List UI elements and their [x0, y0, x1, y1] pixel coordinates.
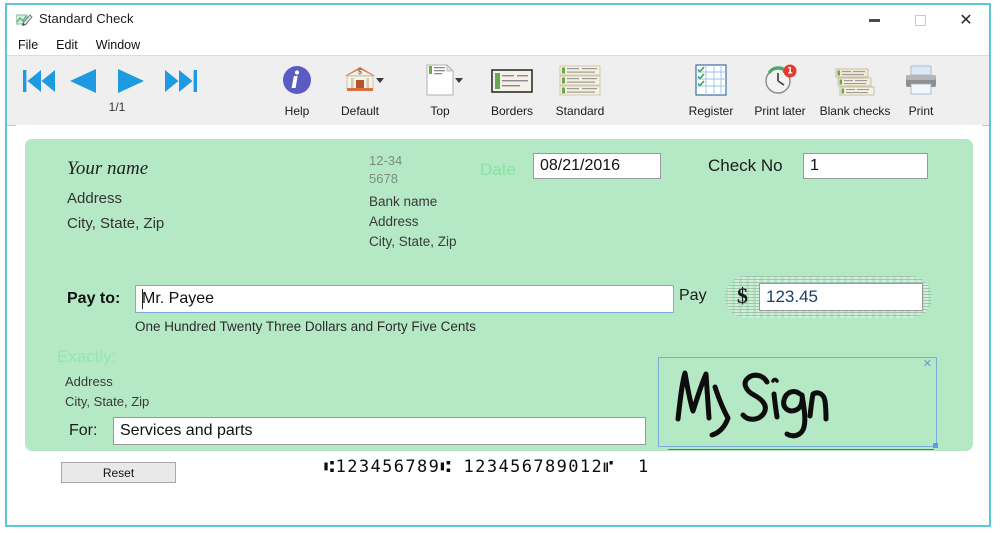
- amount-in-words: One Hundred Twenty Three Dollars and For…: [135, 319, 476, 334]
- check-sheet: Your name Address City, State, Zip 12-34…: [16, 125, 982, 483]
- pay-to-label: Pay to:: [67, 290, 121, 307]
- check-layout-icon: [559, 65, 601, 102]
- payer-address[interactable]: Address City, State, Zip: [67, 186, 164, 236]
- last-record-button[interactable]: [163, 66, 199, 101]
- exactly-label: Exactly:: [57, 347, 117, 366]
- register-grid-icon: [695, 64, 727, 101]
- text-cursor: [142, 289, 143, 309]
- bank-info[interactable]: Bank name Address City, State, Zip: [369, 192, 457, 252]
- next-record-button[interactable]: [115, 66, 147, 101]
- exactly-city-state-zip: City, State, Zip: [65, 394, 150, 409]
- printer-icon: [904, 64, 938, 101]
- blank-checks-button[interactable]: Blank checks: [815, 56, 895, 125]
- toolbar: 1/1 Help $ Default Top Borders Standard …: [7, 55, 989, 126]
- print-later-button[interactable]: 1 Print later: [745, 56, 815, 125]
- info-icon: [282, 65, 312, 100]
- bank-city-state-zip: City, State, Zip: [369, 234, 457, 249]
- pay-label: Pay: [679, 287, 707, 304]
- check-pen-icon: [15, 12, 34, 28]
- window-title: Standard Check: [39, 11, 134, 26]
- top-button[interactable]: Top: [411, 56, 469, 125]
- menu-bar: File Edit Window: [7, 35, 989, 55]
- standard-label: Standard: [555, 104, 605, 118]
- close-icon: ✕: [959, 10, 973, 29]
- menu-item-edit[interactable]: Edit: [56, 38, 78, 52]
- date-label: Date: [480, 160, 516, 179]
- menu-item-window[interactable]: Window: [96, 38, 140, 52]
- currency-symbol: $: [737, 283, 748, 308]
- payer-name[interactable]: Your name: [67, 158, 148, 180]
- maximize-button[interactable]: [897, 5, 943, 35]
- routing-fraction-top: 12-34: [369, 153, 403, 168]
- signature-image: [670, 361, 870, 441]
- register-label: Register: [688, 104, 734, 118]
- print-label: Print: [908, 104, 934, 118]
- minimize-icon: [868, 18, 880, 22]
- exactly-address-block[interactable]: Address City, State, Zip: [65, 372, 149, 412]
- micr-line: ⑆123456789⑆ 123456789012⑈ 1: [324, 457, 650, 477]
- check-form: Your name Address City, State, Zip 12-34…: [25, 139, 973, 451]
- for-label: For:: [69, 422, 98, 439]
- close-small-icon[interactable]: ✕: [923, 359, 932, 370]
- menu-item-file[interactable]: File: [18, 38, 38, 52]
- routing-fraction: 12-34 5678: [369, 152, 402, 188]
- page-top-icon: [426, 64, 454, 101]
- first-record-button[interactable]: [21, 66, 57, 101]
- help-label: Help: [284, 104, 310, 118]
- bank-address: Address: [369, 214, 419, 229]
- check-no-label: Check No: [708, 156, 783, 175]
- default-label: Default: [340, 104, 380, 118]
- page-indicator: 1/1: [108, 100, 126, 114]
- amount-input[interactable]: [759, 283, 923, 311]
- print-later-label: Print later: [754, 104, 806, 118]
- blank-checks-label: Blank checks: [819, 104, 891, 118]
- borders-label: Borders: [490, 104, 534, 118]
- chevron-down-icon[interactable]: [376, 78, 384, 83]
- app-window: Standard Check ✕ File Edit Window 1/1 He…: [5, 3, 991, 527]
- reset-button[interactable]: Reset: [61, 462, 176, 483]
- register-button[interactable]: Register: [680, 56, 742, 125]
- signature-line: [668, 449, 934, 450]
- top-label: Top: [430, 104, 450, 118]
- record-navigation: 1/1: [17, 56, 217, 125]
- title-bar: Standard Check ✕: [7, 5, 989, 35]
- window-controls: ✕: [851, 5, 989, 35]
- pay-to-input[interactable]: [135, 285, 674, 313]
- payer-address-line1: Address: [67, 190, 123, 207]
- borders-button[interactable]: Borders: [483, 56, 541, 125]
- check-no-input[interactable]: [803, 153, 928, 179]
- svg-text:1: 1: [787, 67, 793, 77]
- chevron-down-icon[interactable]: [455, 78, 463, 83]
- standard-button[interactable]: Standard: [546, 56, 614, 125]
- print-button[interactable]: Print: [895, 56, 947, 125]
- exactly-address: Address: [65, 374, 113, 389]
- help-button[interactable]: Help: [270, 56, 324, 125]
- previous-record-button[interactable]: [67, 66, 99, 101]
- clock-arrow-icon: 1: [763, 64, 797, 101]
- routing-fraction-bottom: 5678: [369, 171, 398, 186]
- payer-city-state-zip: City, State, Zip: [67, 215, 165, 232]
- bank-name: Bank name: [369, 194, 438, 209]
- minimize-button[interactable]: [851, 5, 897, 35]
- maximize-icon: [914, 14, 926, 26]
- date-input[interactable]: [533, 153, 661, 179]
- for-input[interactable]: [113, 417, 646, 445]
- check-border-icon: [491, 69, 533, 98]
- svg-text:$: $: [358, 68, 362, 76]
- blank-checks-icon: [835, 64, 875, 101]
- bank-icon: $: [344, 65, 376, 100]
- close-button[interactable]: ✕: [943, 5, 989, 35]
- signature-resize-handle[interactable]: [933, 443, 938, 448]
- default-button[interactable]: $ Default: [329, 56, 391, 125]
